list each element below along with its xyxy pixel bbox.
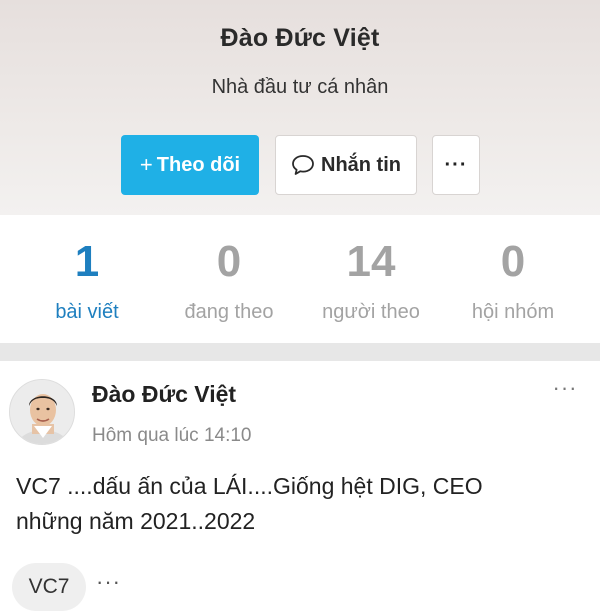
post-body: VC7 ....dấu ấn của LÁI....Giống hệt DIG,… [16, 469, 586, 539]
stock-tag-chip[interactable]: VC7 [12, 563, 86, 611]
section-divider [0, 343, 600, 361]
more-options-button[interactable]: ··· [432, 135, 480, 195]
follow-button-label: Theo dõi [156, 153, 241, 176]
stat-posts-value: 1 [74, 237, 100, 286]
chat-bubble-icon [292, 155, 314, 175]
plus-icon: + [139, 152, 153, 177]
post-card: Đào Đức Việt Hôm qua lúc 14:10 ··· VC7 .… [0, 361, 600, 611]
post-text-line: những năm 2021..2022 [16, 508, 256, 534]
stat-posts-label: bài viết [55, 301, 119, 323]
profile-name: Đào Đức Việt [220, 24, 380, 52]
stat-following-value: 0 [216, 237, 242, 286]
message-button-label: Nhắn tin [321, 153, 401, 176]
avatar-portrait-icon [10, 380, 74, 444]
message-button[interactable]: Nhắn tin [275, 135, 417, 195]
stat-groups-label: hội nhóm [471, 301, 555, 323]
profile-role: Nhà đầu tư cá nhân [211, 76, 389, 98]
post-more-options-icon[interactable]: ··· [545, 375, 585, 405]
stat-following-label: đang theo [184, 301, 274, 323]
stat-followers-label: người theo [322, 301, 420, 323]
follow-button[interactable]: + Theo dõi [121, 135, 259, 195]
stat-followers-value: 14 [346, 237, 396, 286]
profile-header: Đào Đức Việt Nhà đầu tư cá nhân + Theo d… [0, 0, 600, 215]
profile-stats: 1 bài viết 0 đang theo 14 người theo 0 h… [0, 215, 600, 343]
tag-more-icon[interactable]: ··· [96, 569, 121, 595]
more-dots-icon: ··· [444, 153, 468, 176]
post-text-line: VC7 ....dấu ấn của LÁI....Giống hệt DIG,… [16, 473, 483, 499]
stat-groups-value: 0 [500, 237, 526, 286]
avatar[interactable] [9, 379, 75, 445]
post-timestamp: Hôm qua lúc 14:10 [92, 425, 252, 446]
post-author[interactable]: Đào Đức Việt [92, 381, 236, 408]
